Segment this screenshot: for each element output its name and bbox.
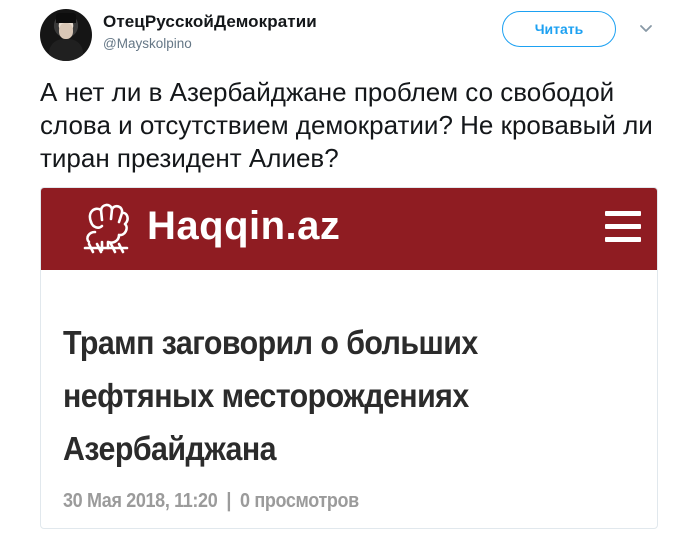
- chevron-down-icon[interactable]: [639, 22, 653, 36]
- article-date: 30 Мая 2018, 11:20: [63, 490, 218, 512]
- avatar-face: [59, 23, 73, 39]
- article-views: 0 просмотров: [240, 490, 359, 512]
- tweet-text: А нет ли в Азербайджане проблем со свобо…: [40, 77, 653, 173]
- avatar-hat: [56, 13, 76, 23]
- link-card[interactable]: Haqqin.az Трамп заговорил о больших нефт…: [40, 187, 658, 529]
- avatar[interactable]: [40, 9, 92, 61]
- article-headline[interactable]: Трамп заговорил о больших нефтяных место…: [63, 316, 578, 475]
- follow-button[interactable]: Читать: [502, 11, 616, 47]
- meta-separator: |: [226, 490, 232, 512]
- article-meta: 30 Мая 2018, 11:20 | 0 просмотров: [63, 490, 359, 513]
- fist-logo-icon: [83, 203, 129, 254]
- card-header: Haqqin.az: [41, 188, 657, 270]
- avatar-coat: [49, 39, 83, 61]
- author-display-name[interactable]: ОтецРусскойДемократии: [103, 12, 317, 32]
- hamburger-menu-icon[interactable]: [605, 211, 641, 245]
- author-handle[interactable]: @Mayskolpino: [103, 36, 192, 51]
- site-name: Haqqin.az: [147, 204, 341, 248]
